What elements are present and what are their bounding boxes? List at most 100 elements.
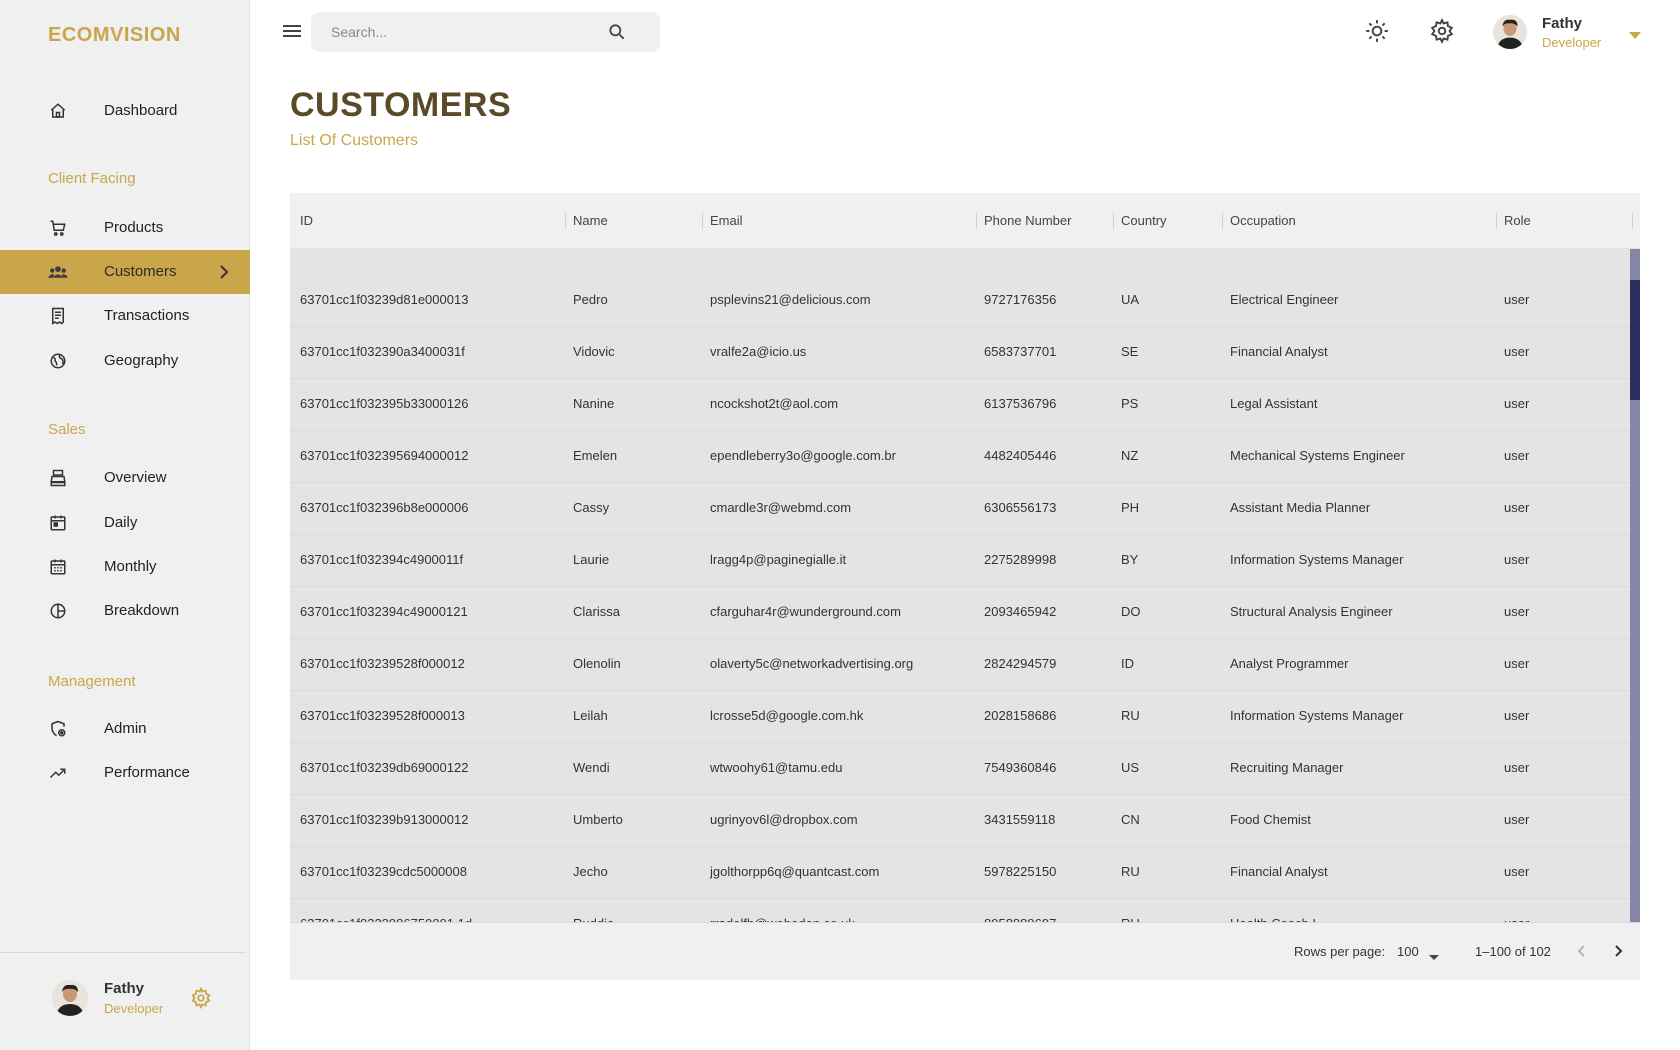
caret-down-icon[interactable] (1429, 948, 1439, 960)
table-row[interactable]: 63701cc1f032394c4900011f Laurie lragg4p@pa… (290, 535, 1630, 587)
topbar-user-name[interactable]: Fathy (1542, 15, 1582, 32)
table-row[interactable]: 63701cc1f032396b8e000006 Cassy cmardle3r@w… (290, 483, 1630, 535)
cell-role: user (1504, 448, 1530, 463)
sidebar-item-monthly[interactable]: Monthly (0, 545, 250, 589)
menu-icon[interactable] (282, 22, 302, 40)
table-header: ID Name Email Phone Number Country Occup… (290, 193, 1640, 249)
column-separator[interactable] (1113, 213, 1114, 229)
cell-name: Emelen (573, 448, 618, 463)
column-header-occupation[interactable]: Occupation (1230, 213, 1296, 228)
cell-country: ID (1121, 656, 1134, 671)
column-header-role[interactable]: Role (1504, 213, 1531, 228)
sidebar-item-products[interactable]: Products (0, 206, 250, 250)
sidebar-item-transactions[interactable]: Transactions (0, 294, 250, 338)
table-body: 63701cc1f03239d81e000013 Pedro psplevins21… (290, 249, 1630, 922)
sidebar-item-dashboard[interactable]: Dashboard (0, 89, 250, 133)
column-header-email[interactable]: Email (710, 213, 743, 228)
cell-phone: 6137536796 (984, 396, 1057, 411)
column-header-phone[interactable]: Phone Number (984, 213, 1071, 228)
section-label-sales: Sales (48, 421, 86, 438)
sidebar-item-overview[interactable]: Overview (0, 456, 250, 500)
point-of-sale-icon (48, 468, 68, 488)
cell-country: BY (1121, 552, 1139, 567)
cell-country: DO (1121, 604, 1141, 619)
sidebar-item-daily[interactable]: Daily (0, 501, 250, 545)
table-row[interactable]: 63701cc1f03239528f000012 Olenolin olaverty… (290, 639, 1630, 691)
settings-gear-icon[interactable] (190, 986, 212, 1010)
sidebar-item-label: Geography (104, 352, 179, 369)
calendar-today-icon (48, 513, 68, 533)
column-header-country[interactable]: Country (1121, 213, 1167, 228)
chevron-right-icon[interactable] (1608, 941, 1628, 961)
cell-role: user (1504, 292, 1530, 307)
cell-name: Leilah (573, 708, 608, 723)
brand-logo[interactable]: ECOMVISION (48, 24, 181, 47)
column-separator[interactable] (976, 213, 977, 229)
rows-per-page-select[interactable]: 100 (1397, 944, 1419, 959)
cell-occupation: Structural Analysis Engineer (1230, 604, 1393, 619)
sidebar-item-label: Breakdown (104, 602, 180, 619)
cell-name: Jecho (573, 864, 608, 879)
sidebar-divider (0, 952, 246, 953)
scrollbar-thumb[interactable] (1630, 280, 1640, 400)
cell-country: PS (1121, 396, 1139, 411)
page-title: CUSTOMERS (290, 86, 512, 124)
column-separator[interactable] (1632, 213, 1633, 229)
cell-occupation: Financial Analyst (1230, 344, 1328, 359)
cell-occupation: Assistant Media Planner (1230, 500, 1371, 515)
table-row[interactable]: 63701cc1f03239b913000012 Umberto ugrinyov6… (290, 795, 1630, 847)
cell-occupation: Mechanical Systems Engineer (1230, 448, 1405, 463)
column-header-name[interactable]: Name (573, 213, 608, 228)
column-header-id[interactable]: ID (300, 213, 313, 228)
column-separator[interactable] (1496, 213, 1497, 229)
table-row[interactable]: 63701cc1f032390a3400031f Vidovic vralfe2a@… (290, 327, 1630, 379)
cell-email: psplevins21@delicious.com (710, 292, 871, 307)
column-separator[interactable] (565, 213, 566, 229)
cell-occupation: Information Systems Manager (1230, 708, 1404, 723)
cell-id: 63701cc1f03239cdc5000008 (300, 864, 467, 879)
sidebar-item-breakdown[interactable]: Breakdown (0, 589, 250, 633)
sidebar-item-admin[interactable]: Admin (0, 707, 250, 751)
cell-role: user (1504, 552, 1530, 567)
cell-occupation: Legal Assistant (1230, 396, 1318, 411)
trending-up-icon (48, 763, 68, 783)
table-footer: Rows per page: 100 1–100 of 102 (290, 922, 1640, 980)
sidebar-item-geography[interactable]: Geography (0, 339, 250, 383)
cell-occupation: Financial Analyst (1230, 864, 1328, 879)
sidebar-item-label: Performance (104, 764, 190, 781)
admin-settings-icon (48, 719, 68, 739)
table-row[interactable]: 63701cc1f032395b33000126 Nanine ncockshot2… (290, 379, 1630, 431)
sidebar-item-performance[interactable]: Performance (0, 751, 250, 795)
caret-down-icon[interactable] (1629, 27, 1641, 39)
column-separator[interactable] (702, 213, 703, 229)
cell-role: user (1504, 760, 1530, 775)
cell-email: cmardle3r@webmd.com (710, 500, 852, 515)
search-input[interactable] (331, 22, 591, 42)
cell-phone: 2824294579 (984, 656, 1057, 671)
cell-id: 63701cc1f03239db69000122 (300, 760, 469, 775)
table-row[interactable]: 63701cc1f0323986750001 1dRuddierradolfh@… (290, 899, 1630, 922)
settings-icon[interactable] (1429, 17, 1455, 45)
cell-email: lcrosse5d@google.com.hk (710, 708, 864, 723)
cell-country: RU (1121, 864, 1140, 879)
sidebar-item-label: Daily (104, 514, 138, 531)
sidebar-item-customers[interactable]: Customers (0, 250, 250, 294)
globe-icon (48, 351, 68, 371)
cell-id: 63701cc1f03239528f000012 (300, 656, 465, 671)
table-row[interactable]: 63701cc1f03239d81e000013 Pedro psplevins21… (290, 275, 1630, 327)
table-row[interactable]: 63701cc1f032394c49000121 Clarissa cfarguha… (290, 587, 1630, 639)
light-mode-icon[interactable] (1364, 18, 1390, 44)
table-row[interactable]: 63701cc1f03239db69000122 Wendi wtwoohy61@t… (290, 743, 1630, 795)
cell-email: jgolthorpp6q@quantcast.com (710, 864, 880, 879)
avatar[interactable] (1493, 15, 1527, 49)
chevron-left-icon[interactable] (1572, 941, 1592, 961)
cell-email: cfarguhar4r@wunderground.com (710, 604, 901, 619)
table-row[interactable]: 63701cc1f03239cdc5000008 Jecho jgolthorpp6… (290, 847, 1630, 899)
table-row[interactable]: 63701cc1f032395694000012 Emelen ependleber… (290, 431, 1630, 483)
table-row[interactable]: 63701cc1f03239528f000013 Leilah lcrosse5d@… (290, 691, 1630, 743)
cell-name: Laurie (573, 552, 610, 567)
cell-role: user (1504, 344, 1530, 359)
column-separator[interactable] (1222, 213, 1223, 229)
search-icon[interactable] (607, 22, 627, 42)
calendar-month-icon (48, 557, 68, 577)
